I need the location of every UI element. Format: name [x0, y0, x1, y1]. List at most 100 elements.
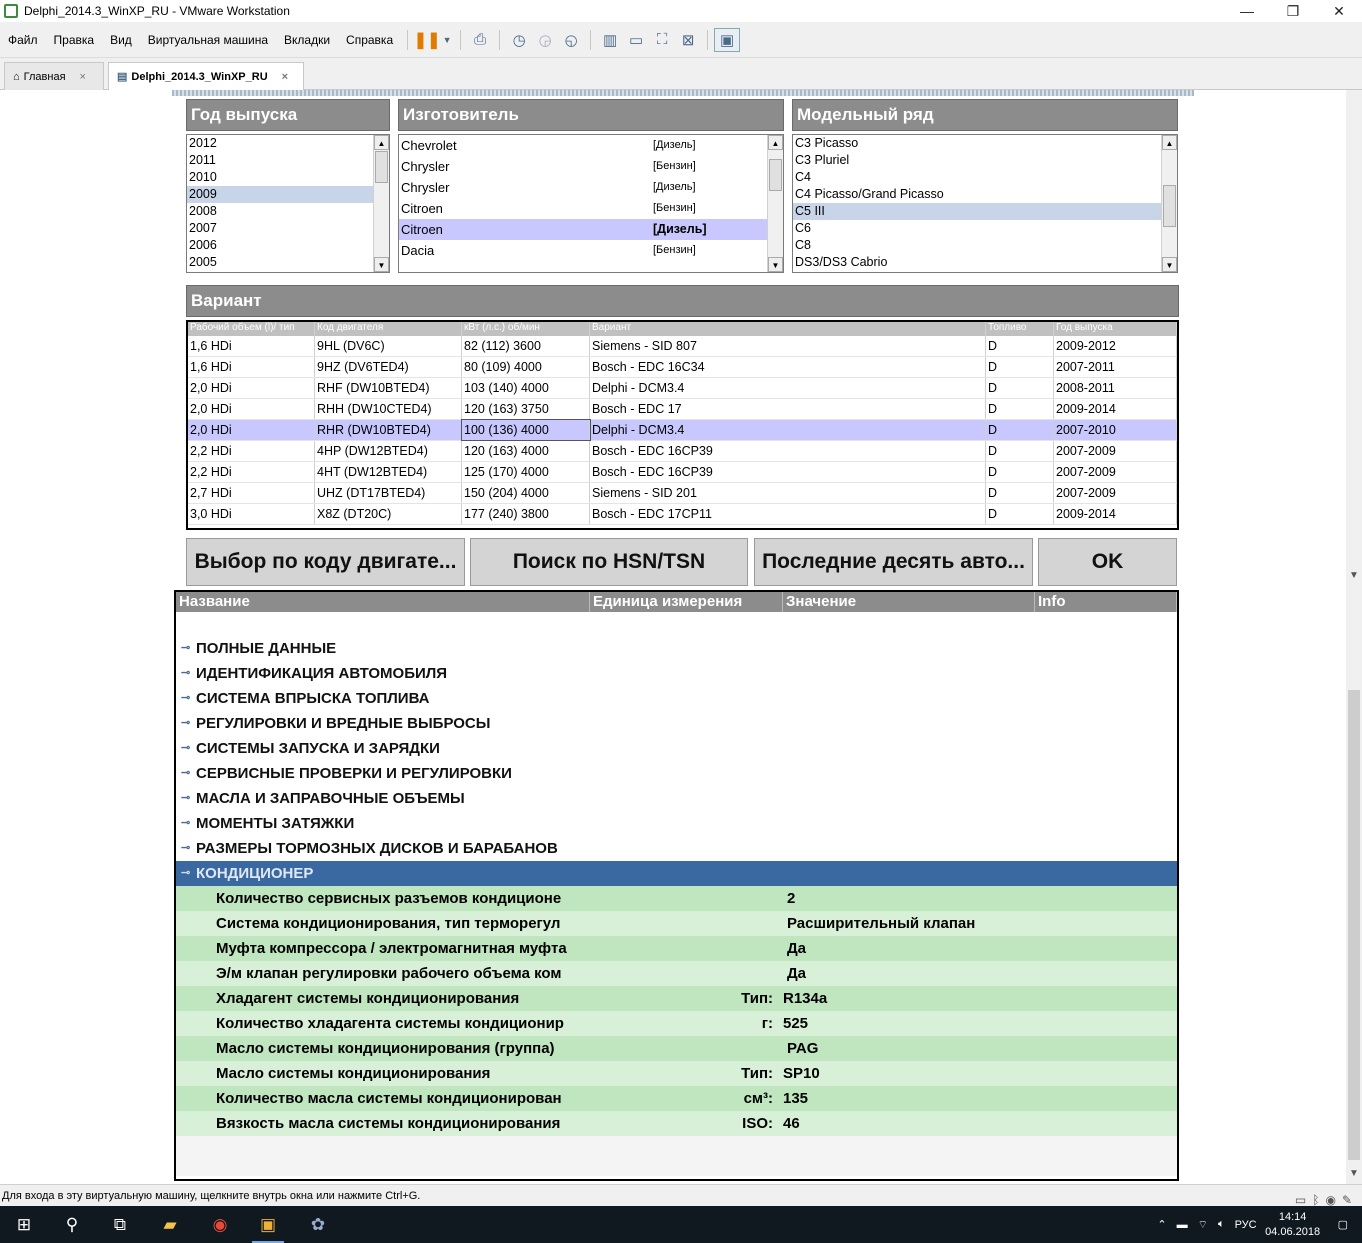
paint-icon[interactable]: ✿: [294, 1206, 342, 1243]
tab-close-icon[interactable]: ×: [80, 71, 86, 83]
clock[interactable]: 14:14 04.06.2018: [1262, 1210, 1324, 1240]
wifi-icon[interactable]: ⌔: [1198, 1218, 1208, 1232]
tree-expand-icon[interactable]: ⊸: [181, 786, 190, 811]
last-ten-cars-button[interactable]: Последние десять авто...: [754, 538, 1033, 586]
menu-view[interactable]: Вид: [102, 33, 140, 47]
volume-icon[interactable]: 🔈︎: [1218, 1218, 1225, 1231]
list-item[interactable]: DS3/DS3 Cabrio: [793, 254, 1177, 271]
scrollbar-thumb[interactable]: [375, 151, 388, 183]
column-header[interactable]: Код двигателя: [315, 322, 462, 336]
chevron-up-icon[interactable]: ⌃: [1157, 1218, 1166, 1231]
model-listbox[interactable]: C3 Picasso C3 Pluriel C4 C4 Picasso/Gran…: [792, 134, 1178, 273]
power-icon[interactable]: ▬: [1177, 1219, 1188, 1231]
list-item[interactable]: C3 Picasso: [793, 135, 1177, 152]
data-row[interactable]: Э/м клапан регулировки рабочего объема к…: [176, 961, 1177, 986]
search-icon[interactable]: ⚲: [48, 1206, 96, 1243]
unity-icon[interactable]: ⊠: [675, 28, 701, 52]
data-row[interactable]: Вязкость масла системы кондиционирования…: [176, 1111, 1177, 1136]
tree-expand-icon[interactable]: ⊸: [181, 736, 190, 761]
viewport-scrollbar[interactable]: ▼ ▼: [1346, 90, 1362, 1184]
column-header[interactable]: Топливо: [986, 322, 1054, 336]
scroll-down-icon[interactable]: ▼: [1346, 570, 1362, 581]
list-item[interactable]: 2006: [187, 237, 389, 254]
list-item[interactable]: Dacia [Бензин]: [399, 240, 783, 261]
menu-tabs[interactable]: Вкладки: [276, 33, 338, 47]
year-scrollbar[interactable]: ▲ ▼: [373, 135, 389, 272]
table-row-selected[interactable]: 2,0 HDi RHR (DW10BTED4) 100 (136) 4000 Delp…: [188, 419, 1177, 441]
scroll-down-icon[interactable]: ▼: [374, 257, 389, 272]
chevron-down-icon[interactable]: ▼: [440, 28, 454, 52]
tree-category[interactable]: ⊸ МОМЕНТЫ ЗАТЯЖКИ: [176, 811, 1177, 836]
model-scrollbar[interactable]: ▲ ▼: [1161, 135, 1177, 272]
year-listbox[interactable]: 2012 2011 2010 2009 2008 2007 2006 2005 …: [186, 134, 390, 273]
column-header[interactable]: Info: [1035, 592, 1177, 612]
column-header[interactable]: кВт (л.с.) об/мин: [462, 322, 590, 336]
list-item[interactable]: C4 Picasso/Grand Picasso: [793, 186, 1177, 203]
ok-button[interactable]: OK: [1038, 538, 1177, 586]
column-header[interactable]: Название: [176, 592, 590, 612]
tree-category[interactable]: ⊸ МАСЛА И ЗАПРАВОЧНЫЕ ОБЪЕМЫ: [176, 786, 1177, 811]
table-row[interactable]: 2,2 HDi 4HP (DW12BTED4) 120 (163) 4000 Bosc…: [188, 441, 1177, 462]
restore-icon[interactable]: ❐: [1270, 0, 1316, 22]
list-item[interactable]: Chrysler [Бензин]: [399, 156, 783, 177]
scroll-up-icon[interactable]: ▲: [768, 135, 783, 150]
snapshot-manager-icon[interactable]: ◵: [558, 28, 584, 52]
tree-category[interactable]: ⊸ СИСТЕМЫ ЗАПУСКА И ЗАРЯДКИ: [176, 736, 1177, 761]
data-row[interactable]: Муфта компрессора / электромагнитная муф…: [176, 936, 1177, 961]
scrollbar-thumb[interactable]: [1348, 690, 1360, 1160]
list-item[interactable]: 2005: [187, 254, 389, 271]
table-row[interactable]: 2,2 HDi 4HT (DW12BTED4) 125 (170) 4000 Bosc…: [188, 462, 1177, 483]
stretch-guest-icon[interactable]: ▣: [714, 27, 741, 52]
data-row[interactable]: Количество хладагента системы кондициони…: [176, 1011, 1177, 1036]
column-header[interactable]: Значение: [783, 592, 1035, 612]
tree-category[interactable]: ⊸ РАЗМЕРЫ ТОРМОЗНЫХ ДИСКОВ И БАРАБАНОВ: [176, 836, 1177, 861]
scroll-up-icon[interactable]: ▲: [374, 135, 389, 150]
column-header[interactable]: Рабочий объем (l)/ тип: [188, 322, 315, 336]
tab-close-icon[interactable]: ×: [282, 71, 288, 83]
tree-expand-icon[interactable]: ⊸: [181, 661, 190, 686]
list-item[interactable]: C3 Pluriel: [793, 152, 1177, 169]
tab-home[interactable]: ⌂ Главная ×: [4, 62, 104, 90]
table-row[interactable]: 2,0 HDi RHH (DW10CTED4) 120 (163) 3750 Bosc…: [188, 399, 1177, 420]
list-item[interactable]: 2007: [187, 220, 389, 237]
vmware-icon[interactable]: ▣: [244, 1206, 292, 1243]
table-row[interactable]: 2,0 HDi RHF (DW10BTED4) 103 (140) 4000 Delp…: [188, 378, 1177, 399]
data-row[interactable]: Масло системы кондиционирования (группа)…: [176, 1036, 1177, 1061]
file-explorer-icon[interactable]: ▰: [146, 1206, 194, 1243]
manufacturer-listbox[interactable]: Chevrolet [Дизель] Chrysler [Бензин] Chrys…: [398, 134, 784, 273]
scroll-up-icon[interactable]: ▲: [1162, 135, 1177, 150]
fullscreen-icon[interactable]: ⛶: [649, 28, 675, 52]
tree-expand-icon[interactable]: ⊸: [181, 686, 190, 711]
menu-vm[interactable]: Виртуальная машина: [140, 33, 276, 47]
data-row[interactable]: Количество масла системы кондиционирован…: [176, 1086, 1177, 1111]
tree-category[interactable]: ⊸ ИДЕНТИФИКАЦИЯ АВТОМОБИЛЯ: [176, 661, 1177, 686]
column-header[interactable]: Вариант: [590, 322, 986, 336]
list-item[interactable]: 2012: [187, 135, 389, 152]
tree-collapse-icon[interactable]: ⊸: [181, 861, 190, 886]
table-row[interactable]: 2,7 HDi UHZ (DT17BTED4) 150 (204) 4000 Siem…: [188, 483, 1177, 504]
list-item-selected[interactable]: C5 III: [793, 203, 1161, 220]
list-item[interactable]: 2011: [187, 152, 389, 169]
tree-expand-icon[interactable]: ⊸: [181, 836, 190, 861]
list-item[interactable]: 2008: [187, 203, 389, 220]
table-row[interactable]: 1,6 HDi 9HL (DV6C) 82 (112) 3600 Siemens - …: [188, 336, 1177, 357]
send-ctrl-alt-del-icon[interactable]: ⎙: [467, 28, 493, 52]
column-header[interactable]: Год выпуска: [1054, 322, 1177, 336]
list-item[interactable]: Citroen [Бензин]: [399, 198, 783, 219]
windows-start-icon[interactable]: ⊞: [0, 1206, 48, 1243]
data-row[interactable]: Масло системы кондиционирования Тип: SP10: [176, 1061, 1177, 1086]
hsn-tsn-search-button[interactable]: Поиск по HSN/TSN: [470, 538, 748, 586]
tree-category[interactable]: ⊸ РЕГУЛИРОВКИ И ВРЕДНЫЕ ВЫБРОСЫ: [176, 711, 1177, 736]
snapshot-icon[interactable]: ◷: [506, 28, 532, 52]
menu-edit[interactable]: Правка: [46, 33, 103, 47]
language-indicator[interactable]: РУС: [1235, 1219, 1257, 1231]
minimize-icon[interactable]: —: [1224, 0, 1270, 22]
close-icon[interactable]: ✕: [1316, 0, 1362, 22]
scroll-down-icon[interactable]: ▼: [1162, 257, 1177, 272]
tree-category-selected[interactable]: ⊸ КОНДИЦИОНЕР: [176, 861, 1177, 886]
menu-help[interactable]: Справка: [338, 33, 401, 47]
table-row[interactable]: 1,6 HDi 9HZ (DV6TED4) 80 (109) 4000 Bosch -…: [188, 357, 1177, 378]
menu-file[interactable]: Файл: [0, 33, 46, 47]
revert-snapshot-icon[interactable]: ◶: [532, 28, 558, 52]
manufacturer-scrollbar[interactable]: ▲ ▼: [767, 135, 783, 272]
